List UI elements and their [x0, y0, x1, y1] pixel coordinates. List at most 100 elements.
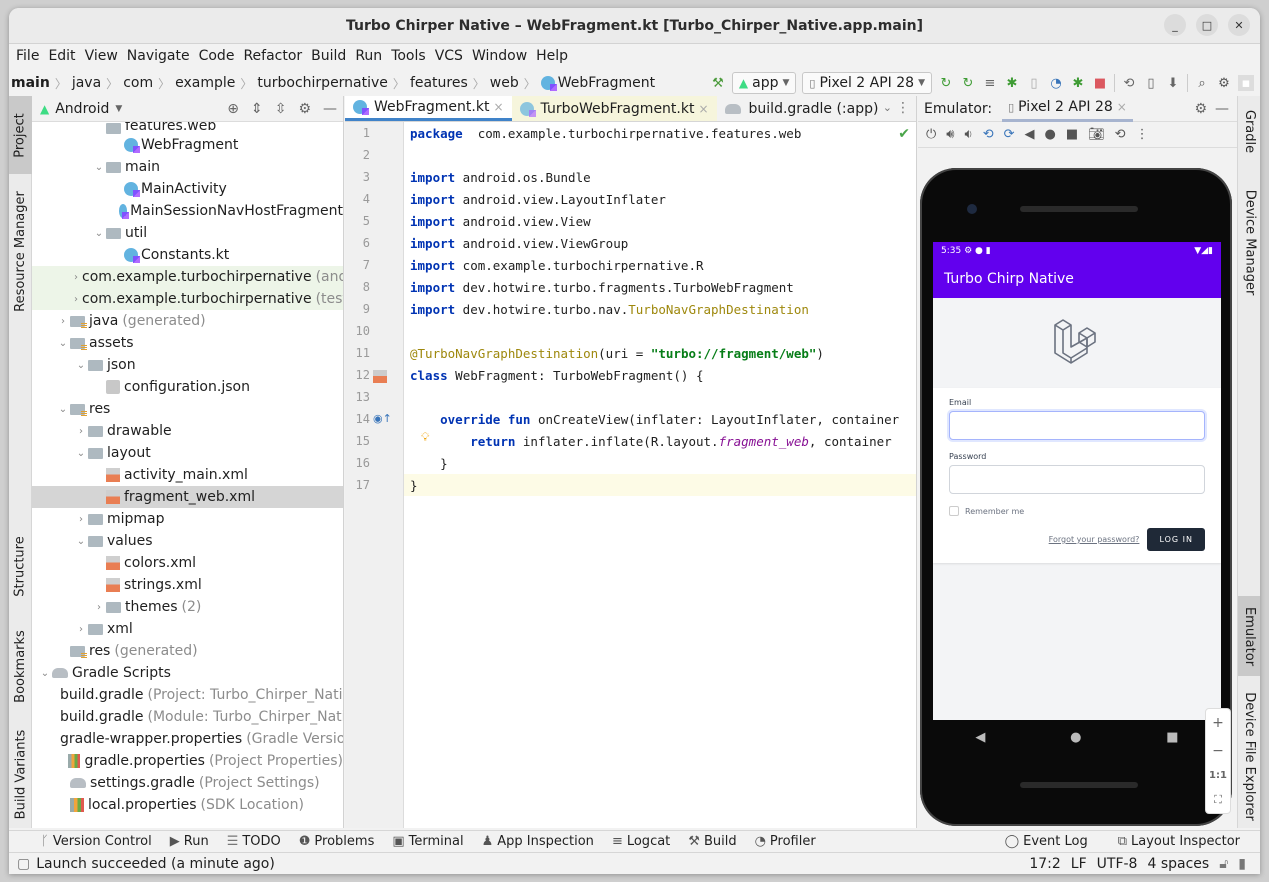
- lock-icon[interactable]: 🔓︎: [1219, 856, 1228, 872]
- tool-tab-project[interactable]: Project: [9, 96, 32, 174]
- gear-icon[interactable]: ⚙: [298, 101, 311, 117]
- rotate-right-icon[interactable]: ⟳: [1004, 127, 1015, 142]
- nav-recents-icon[interactable]: ■: [1166, 730, 1178, 745]
- code-line[interactable]: import android.os.Bundle: [404, 166, 916, 188]
- status-message[interactable]: Launch succeeded (a minute ago): [36, 856, 275, 872]
- tool-problems[interactable]: ❶ Problems: [299, 834, 375, 849]
- menu-view[interactable]: View: [85, 48, 118, 64]
- project-view-select[interactable]: Android: [55, 101, 109, 117]
- login-button[interactable]: LOG IN: [1147, 528, 1205, 551]
- minimize-button[interactable]: _: [1164, 14, 1186, 36]
- breadcrumb-item[interactable]: com: [123, 75, 153, 91]
- layout-xml-gutter-icon[interactable]: [373, 370, 387, 383]
- tree-item[interactable]: local.properties (SDK Location): [32, 794, 343, 816]
- device-manager-icon[interactable]: ▯: [1143, 75, 1159, 91]
- power-icon[interactable]: ⏻: [926, 127, 936, 142]
- breadcrumb-item[interactable]: features: [410, 75, 468, 91]
- tab-webfragment[interactable]: WebFragment.kt ×: [345, 96, 512, 121]
- tree-item[interactable]: MainActivity: [32, 178, 343, 200]
- close-tab-icon[interactable]: ×: [1117, 100, 1127, 114]
- tool-tab-emulator[interactable]: Emulator: [1238, 596, 1260, 676]
- tree-item[interactable]: fragment_web.xml: [32, 486, 343, 508]
- apply-changes-icon[interactable]: ↻: [960, 75, 976, 91]
- password-field[interactable]: [949, 465, 1205, 494]
- tool-tab-resource-manager[interactable]: Resource Manager: [9, 186, 32, 316]
- gear-icon[interactable]: ⚙: [1194, 101, 1207, 117]
- sdk-manager-icon[interactable]: ⬇: [1165, 75, 1181, 91]
- remember-me-checkbox[interactable]: [949, 506, 959, 516]
- tree-item[interactable]: build.gradle (Project: Turbo_Chirper_Nati…: [32, 684, 343, 706]
- chevron-down-icon[interactable]: ⌄: [38, 668, 52, 679]
- menu-vcs[interactable]: VCS: [435, 48, 463, 64]
- menu-navigate[interactable]: Navigate: [127, 48, 190, 64]
- tool-tab-device-file-explorer[interactable]: Device File Explorer: [1238, 686, 1260, 826]
- tool-version-control[interactable]: ᚴ Version Control: [41, 834, 152, 849]
- chevron-right-icon[interactable]: ›: [56, 316, 70, 327]
- attach-debugger-icon[interactable]: ✱: [1070, 75, 1086, 91]
- more-options-icon[interactable]: ⋮: [1136, 127, 1149, 142]
- tool-build[interactable]: ⚒ Build: [688, 834, 736, 849]
- gradle-sync-icon[interactable]: ⟲: [1121, 75, 1137, 91]
- tree-item[interactable]: settings.gradle (Project Settings): [32, 772, 343, 794]
- nav-back-icon[interactable]: ◀: [975, 730, 985, 745]
- breadcrumb-item[interactable]: web: [490, 75, 519, 91]
- tree-item[interactable]: › java (generated): [32, 310, 343, 332]
- code-line[interactable]: import com.example.turbochirpernative.R: [404, 254, 916, 276]
- tool-run[interactable]: ▶ Run: [170, 834, 209, 849]
- apply-code-changes-icon[interactable]: ≡: [982, 75, 998, 91]
- tool-event-log[interactable]: ◯ Event Log: [1005, 834, 1088, 849]
- notifications-icon[interactable]: ▮: [1238, 856, 1246, 872]
- breadcrumb-item[interactable]: turbochirpernative: [257, 75, 388, 91]
- rerun-icon[interactable]: ↻: [938, 75, 954, 91]
- code-line[interactable]: import android.view.ViewGroup: [404, 232, 916, 254]
- tree-item[interactable]: strings.xml: [32, 574, 343, 596]
- code-line[interactable]: [404, 144, 916, 166]
- chevron-down-icon[interactable]: ⌄: [883, 101, 892, 114]
- menu-tools[interactable]: Tools: [391, 48, 426, 64]
- chevron-down-icon[interactable]: ⌄: [56, 338, 70, 349]
- close-tab-icon[interactable]: ×: [493, 100, 503, 114]
- profile-icon[interactable]: ◔: [1048, 75, 1064, 91]
- tool-terminal[interactable]: ▣ Terminal: [392, 834, 463, 849]
- chevron-right-icon[interactable]: ›: [74, 514, 88, 525]
- chevron-right-icon[interactable]: ›: [74, 624, 88, 635]
- code-line[interactable]: import android.view.LayoutInflater: [404, 188, 916, 210]
- chevron-down-icon[interactable]: ⌄: [56, 404, 70, 415]
- gear-icon[interactable]: ⚙: [1216, 75, 1232, 91]
- tree-item[interactable]: WebFragment: [32, 134, 343, 156]
- tree-item[interactable]: activity_main.xml: [32, 464, 343, 486]
- tool-tab-bookmarks[interactable]: Bookmarks: [9, 621, 32, 711]
- hide-icon[interactable]: —: [1215, 101, 1229, 117]
- camera-icon[interactable]: 📷︎: [1088, 127, 1105, 142]
- chevron-right-icon[interactable]: ›: [92, 602, 106, 613]
- breadcrumb-item[interactable]: main: [11, 75, 50, 91]
- more-options-icon[interactable]: ⋮: [896, 100, 910, 116]
- tree-item[interactable]: Constants.kt: [32, 244, 343, 266]
- tree-item[interactable]: ⌄ main: [32, 156, 343, 178]
- avatar[interactable]: ▪: [1238, 75, 1254, 91]
- tree-item[interactable]: features.web: [32, 122, 343, 134]
- tool-todo[interactable]: ☰ TODO: [227, 834, 281, 849]
- code-line[interactable]: import dev.hotwire.turbo.fragments.Turbo…: [404, 276, 916, 298]
- tree-item[interactable]: ⌄ res: [32, 398, 343, 420]
- menu-edit[interactable]: Edit: [48, 48, 75, 64]
- run-coverage-icon[interactable]: ▯: [1026, 75, 1042, 91]
- breadcrumb-item[interactable]: java: [72, 75, 101, 91]
- toggle-tool-windows-icon[interactable]: ▢: [17, 856, 30, 872]
- close-button[interactable]: ✕: [1228, 14, 1250, 36]
- caret-position[interactable]: 17:2: [1029, 856, 1060, 872]
- tree-item[interactable]: ⌄ util: [32, 222, 343, 244]
- tool-tab-build-variants[interactable]: Build Variants: [9, 724, 32, 824]
- back-icon[interactable]: ◀: [1025, 127, 1035, 142]
- chevron-down-icon[interactable]: ⌄: [92, 228, 106, 239]
- tab-build-gradle[interactable]: build.gradle (:app): [717, 96, 887, 121]
- stop-icon[interactable]: ■: [1092, 75, 1108, 91]
- tool-logcat[interactable]: ≡ Logcat: [612, 834, 670, 849]
- tool-app-inspection[interactable]: ♟ App Inspection: [482, 834, 594, 849]
- overview-icon[interactable]: ■: [1066, 127, 1078, 142]
- device-select[interactable]: ▯ Pixel 2 API 28 ▼: [802, 72, 932, 94]
- rotate-left-icon[interactable]: ⟲: [983, 127, 994, 142]
- emulator-device-tab[interactable]: ▯ Pixel 2 API 28 ×: [1002, 96, 1133, 122]
- tool-tab-gradle[interactable]: Gradle: [1238, 96, 1260, 166]
- code-area[interactable]: package com.example.turbochirpernative.f…: [404, 122, 916, 828]
